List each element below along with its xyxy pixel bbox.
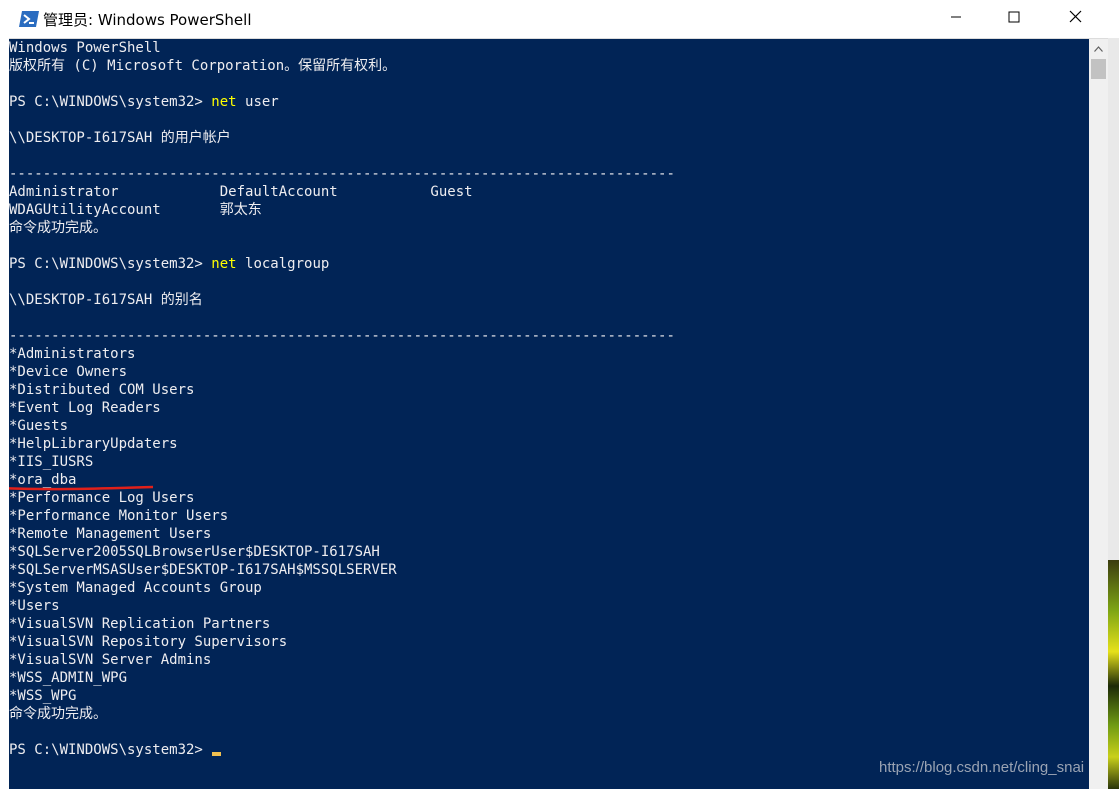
console-line: *IIS_IUSRS — [9, 454, 94, 470]
console-line: *Guests — [9, 418, 69, 434]
console-line: *Distributed COM Users — [9, 382, 195, 398]
desktop-background-right — [1108, 38, 1119, 789]
console-line: *Performance Log Users — [9, 490, 195, 506]
close-icon — [1069, 10, 1082, 28]
minimize-icon — [950, 10, 962, 28]
command-name: net — [211, 94, 237, 110]
command-args: localgroup — [236, 256, 330, 272]
console-prompt-line: PS C:\WINDOWS\system32> — [9, 741, 675, 759]
console-line: *WSS_WPG — [9, 688, 77, 704]
console-line: *HelpLibraryUpdaters — [9, 436, 178, 452]
console-line: *WSS_ADMIN_WPG — [9, 670, 128, 686]
prompt-text: PS C:\WINDOWS\system32> — [9, 256, 212, 272]
watermark-text: https://blog.csdn.net/cling_snai — [879, 759, 1085, 776]
powershell-window: 管理员: Windows PowerShell Windows PowerShe… — [9, 0, 1108, 789]
vertical-scrollbar[interactable] — [1089, 39, 1108, 789]
console-line: 命令成功完成。 — [9, 706, 107, 722]
console-line: WDAGUtilityAccount 郭太东 — [9, 202, 262, 218]
maximize-button[interactable] — [991, 0, 1037, 38]
console-line: *VisualSVN Repository Supervisors — [9, 634, 288, 650]
window-title: 管理员: Windows PowerShell — [43, 11, 252, 29]
console-line: *Device Owners — [9, 364, 128, 380]
text-cursor[interactable] — [212, 752, 222, 756]
console-lines: Windows PowerShell 版权所有 (C) Microsoft Cor… — [9, 39, 675, 759]
console-line: *SQLServerMSASUser$DESKTOP-I617SAH$MSSQL… — [9, 562, 397, 578]
scroll-thumb[interactable] — [1091, 59, 1106, 79]
red-annotation-underline — [9, 485, 153, 491]
console-line: \\DESKTOP-I617SAH 的用户帐户 — [9, 130, 231, 146]
close-button[interactable] — [1052, 0, 1098, 38]
console-output[interactable]: Windows PowerShell 版权所有 (C) Microsoft Cor… — [9, 39, 1089, 789]
console-line: 版权所有 (C) Microsoft Corporation。保留所有权利。 — [9, 58, 397, 74]
maximize-icon — [1008, 10, 1020, 28]
console-line: 命令成功完成。 — [9, 220, 107, 236]
desktop-wallpaper-fragment — [1108, 560, 1119, 789]
console-line: Administrator DefaultAccount Guest — [9, 184, 473, 200]
console-line: *Administrators — [9, 346, 136, 362]
console-line: *System Managed Accounts Group — [9, 580, 262, 596]
console-line: *Users — [9, 598, 60, 614]
console-line: *Remote Management Users — [9, 526, 212, 542]
prompt-text: PS C:\WINDOWS\system32> — [9, 742, 212, 758]
title-bar[interactable]: 管理员: Windows PowerShell — [9, 0, 1108, 39]
console-line: *VisualSVN Replication Partners — [9, 616, 271, 632]
command-args: user — [236, 94, 279, 110]
console-prompt-line: PS C:\WINDOWS\system32> net user — [9, 93, 675, 111]
console-line: ----------------------------------------… — [9, 166, 675, 182]
console-line: *SQLServer2005SQLBrowserUser$DESKTOP-I61… — [9, 544, 380, 560]
minimize-button[interactable] — [933, 0, 979, 38]
console-line: *Event Log Readers — [9, 400, 161, 416]
console-line: ----------------------------------------… — [9, 328, 675, 344]
scroll-up-button[interactable] — [1089, 39, 1108, 57]
console-line: \\DESKTOP-I617SAH 的别名 — [9, 292, 203, 308]
powershell-icon — [19, 10, 39, 28]
console-line: Windows PowerShell — [9, 40, 161, 56]
command-name: net — [211, 256, 237, 272]
console-line: *VisualSVN Server Admins — [9, 652, 212, 668]
chevron-up-icon — [1094, 39, 1103, 57]
console-line: *Performance Monitor Users — [9, 508, 229, 524]
prompt-text: PS C:\WINDOWS\system32> — [9, 94, 212, 110]
console-prompt-line: PS C:\WINDOWS\system32> net localgroup — [9, 255, 675, 273]
